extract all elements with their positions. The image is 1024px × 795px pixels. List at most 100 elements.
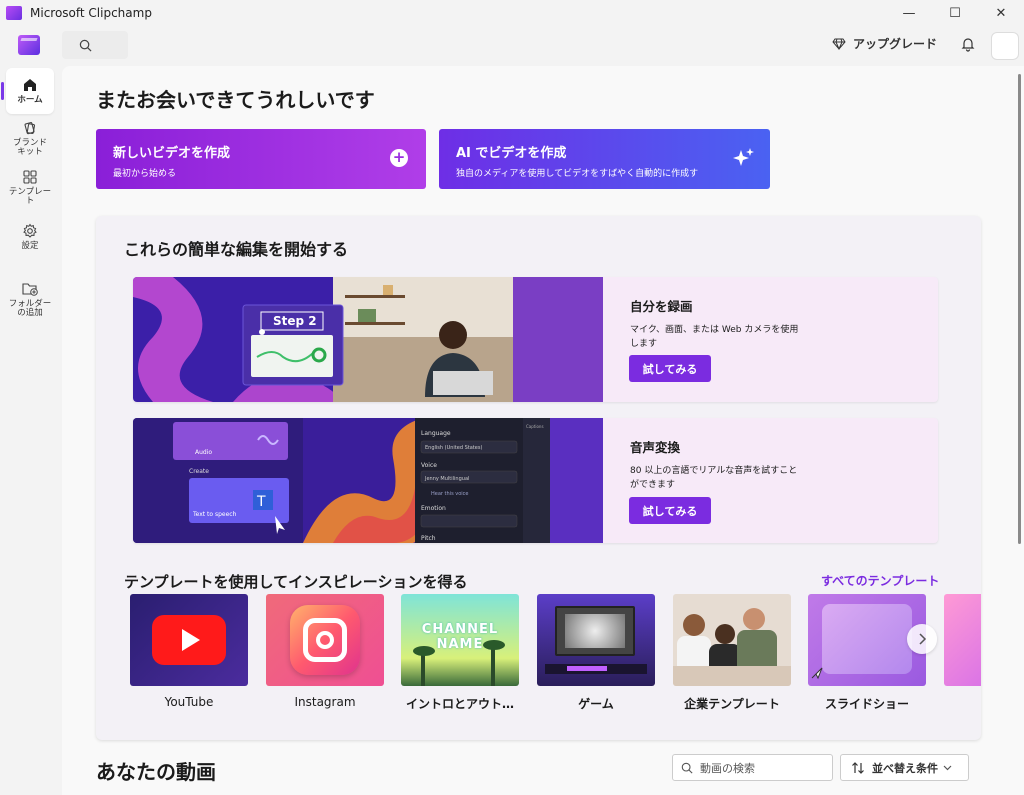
upgrade-label: アップグレード (853, 37, 938, 51)
carousel-next-button[interactable] (907, 624, 937, 654)
chevron-right-icon (919, 633, 927, 645)
gear-icon (23, 223, 37, 238)
template-thumbnail: CHANNEL NAME (401, 594, 519, 686)
template-thumbnail (944, 594, 981, 686)
svg-text:Jenny Multilingual: Jenny Multilingual (424, 476, 469, 482)
template-card-intro-outro[interactable]: CHANNEL NAME イントロとアウト… (401, 594, 519, 712)
sidebar: ホーム ブランド キット テンプレー ト 設定 フォルダー の追加 (0, 66, 62, 795)
try-record-button[interactable]: 試してみる (629, 355, 711, 382)
feature-title-record: 自分を録画 (630, 299, 693, 314)
feature-title-tts: 音声変換 (630, 440, 681, 455)
feature-card-tts[interactable]: Audio Create Text to speech T Language E… (133, 418, 938, 543)
search-icon (681, 762, 693, 774)
create-new-subtitle: 最初から始める (113, 169, 177, 179)
minimize-button[interactable]: — (886, 0, 932, 26)
svg-text:Voice: Voice (421, 462, 437, 469)
add-folder-icon (22, 283, 38, 296)
template-card-instagram[interactable]: Instagram (266, 594, 384, 709)
template-thumbnail (537, 594, 655, 686)
templates-section-title: テンプレートを使用してインスピレーションを得る (124, 573, 468, 591)
create-new-video-button[interactable]: 新しいビデオを作成 最初から始める + (96, 129, 426, 189)
template-thumbnail (266, 594, 384, 686)
sidebar-item-settings[interactable]: 設定 (6, 223, 54, 251)
quick-start-title: これらの簡単な編集を開始する (124, 240, 349, 259)
svg-text:Captions: Captions (526, 424, 544, 429)
video-search-input[interactable]: 動画の検索 (672, 754, 833, 781)
upgrade-button[interactable]: アップグレード (832, 35, 937, 52)
templates-carousel: YouTube Instagram CHANNEL NAME イントロとアウト…… (130, 594, 981, 714)
template-label: イントロとアウト… (405, 697, 514, 711)
svg-text:Emotion: Emotion (421, 505, 446, 512)
template-card-youtube[interactable]: YouTube (130, 594, 248, 709)
sidebar-item-home[interactable]: ホーム (1, 68, 54, 114)
template-thumbnail (673, 594, 791, 686)
sidebar-item-label: ホーム (17, 94, 43, 105)
svg-text:T: T (256, 494, 266, 510)
create-ai-title: AI でビデオを作成 (456, 146, 567, 161)
create-new-title: 新しいビデオを作成 (113, 146, 231, 161)
maximize-button[interactable]: ☐ (932, 0, 978, 26)
svg-text:Create: Create (189, 468, 209, 475)
bell-icon (961, 38, 975, 52)
window-title: Microsoft Clipchamp (30, 6, 152, 20)
template-label: 企業テンプレート (684, 697, 780, 711)
sidebar-item-brand-kit[interactable]: ブランド キット (6, 120, 54, 158)
home-icon (24, 78, 36, 91)
template-card-business[interactable]: 企業テンプレート (673, 594, 791, 712)
account-avatar[interactable] (991, 32, 1019, 60)
clipchamp-app-icon (6, 6, 22, 20)
feature-desc-record: マイク、画面、または Web カメラを使用します (630, 325, 799, 349)
template-label: YouTube (164, 695, 214, 709)
svg-text:Hear this voice: Hear this voice (431, 491, 469, 497)
plus-icon: + (390, 149, 408, 167)
template-card-gaming[interactable]: ゲーム (537, 594, 655, 712)
your-videos-title: あなたの動画 (96, 760, 216, 784)
sidebar-item-label: 設定 (21, 241, 39, 251)
diamond-icon (832, 38, 846, 50)
template-label: Instagram (294, 695, 356, 709)
template-label: スライドショー (824, 697, 909, 711)
feature-card-record[interactable]: Step 2 自分を録画 マイク、画面、または Web カメラを使用します 試し… (133, 277, 938, 402)
play-icon (182, 629, 200, 651)
sort-icon (852, 761, 864, 774)
template-card-more[interactable] (944, 594, 981, 686)
app-header: アップグレード (0, 26, 1024, 66)
main-scrollbar[interactable] (1016, 66, 1024, 795)
chevron-down-icon (943, 765, 952, 770)
svg-text:Text to speech: Text to speech (192, 511, 237, 518)
create-ai-video-button[interactable]: AI でビデオを作成 独自のメディアを使用してビデオをすばやく自動的に作成す (439, 129, 770, 189)
sidebar-item-label: ブランド キット (12, 138, 47, 158)
page-title: またお会いできてうれしいです (96, 88, 375, 112)
cursor-icon (811, 667, 823, 680)
step-caption: Step 2 (273, 314, 317, 328)
sidebar-item-label: フォルダー の追加 (8, 299, 52, 319)
svg-text:Language: Language (421, 430, 451, 437)
template-thumbnail (130, 594, 248, 686)
template-card-slideshow[interactable]: スライドショー (808, 594, 926, 712)
sparkle-icon (733, 148, 754, 166)
svg-text:English (United States): English (United States) (425, 445, 482, 451)
feature-desc-tts: 80 以上の言語でリアルな音声を試すことができます (630, 466, 798, 490)
global-search-button[interactable] (62, 31, 128, 59)
sidebar-item-label: テンプレー ト (8, 187, 52, 207)
sidebar-item-templates[interactable]: テンプレー ト (6, 169, 54, 207)
create-ai-subtitle: 独自のメディアを使用してビデオをすばやく自動的に作成す (456, 169, 699, 179)
svg-text:Audio: Audio (195, 449, 212, 456)
notifications-button[interactable] (960, 36, 976, 56)
clipchamp-logo-icon[interactable] (18, 35, 40, 55)
try-tts-button[interactable]: 試してみる (629, 497, 711, 524)
template-label: ゲーム (578, 697, 614, 711)
brand-kit-icon (24, 122, 36, 135)
window-titlebar: Microsoft Clipchamp — ☐ ✕ (0, 0, 1024, 26)
sidebar-item-add-folder[interactable]: フォルダー の追加 (6, 281, 54, 319)
close-button[interactable]: ✕ (978, 0, 1024, 26)
tts-feature-image: Audio Create Text to speech T Language E… (133, 418, 603, 543)
svg-text:Pitch: Pitch (421, 535, 436, 542)
search-icon (79, 39, 92, 51)
sort-label: 並べ替え条件 (872, 761, 938, 775)
templates-icon (23, 170, 37, 184)
see-all-templates-link[interactable]: すべてのテンプレート (821, 572, 939, 589)
video-search-placeholder: 動画の検索 (700, 761, 755, 775)
record-feature-image: Step 2 (133, 277, 603, 402)
sort-dropdown[interactable]: 並べ替え条件 (840, 754, 969, 781)
